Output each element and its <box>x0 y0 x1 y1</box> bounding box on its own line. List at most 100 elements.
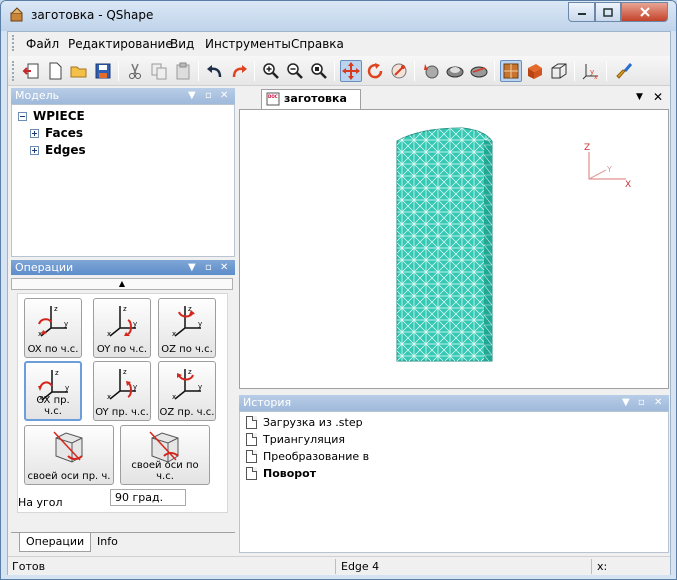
dropdown-icon[interactable]: ▼ <box>188 260 196 276</box>
dropdown-icon[interactable]: ▼ <box>622 395 630 411</box>
status-bar: Готов Edge 4 x: <box>8 556 670 575</box>
close-icon[interactable]: ✕ <box>654 395 662 411</box>
list-item[interactable]: Триангуляция <box>246 431 345 447</box>
rotate-oy-ccw-button[interactable]: zy x OY пр. ч.с. <box>93 361 151 421</box>
menu-file[interactable]: Файл <box>26 37 59 51</box>
undo-button[interactable] <box>204 60 226 82</box>
menu-help[interactable]: Справка <box>291 37 344 51</box>
close-tab-icon[interactable]: ✕ <box>653 90 663 104</box>
redo-button[interactable] <box>228 60 250 82</box>
status-divider <box>335 559 336 574</box>
svg-text:y: y <box>64 320 68 328</box>
tab-document[interactable]: DOC заготовка <box>261 89 361 109</box>
expand-icon[interactable] <box>30 128 39 138</box>
document-icon <box>246 432 257 446</box>
minimize-button[interactable] <box>568 2 595 22</box>
dropdown-icon[interactable]: ▼ <box>188 88 196 104</box>
svg-text:y: y <box>198 383 202 391</box>
ops-panel: ▲ zyx OX по ч.с. zyx OY по ч.с. zyx OZ п… <box>11 275 235 553</box>
rotate-oz-cw-button[interactable]: zyx OZ по ч.с. <box>158 298 216 358</box>
undo-icon <box>207 65 222 78</box>
shaded-view-button[interactable] <box>500 60 522 82</box>
shading-button[interactable] <box>420 60 442 82</box>
cut-button[interactable] <box>124 60 146 82</box>
float-icon[interactable]: ▫ <box>205 260 212 276</box>
scroll-up-button[interactable]: ▲ <box>11 278 233 290</box>
material-button[interactable] <box>444 60 466 82</box>
ops-panel-header: Операции ▼ ▫ ✕ <box>11 260 235 276</box>
tree-item-root[interactable]: WPIECE <box>18 108 85 124</box>
texture-button[interactable] <box>468 60 490 82</box>
exit-icon <box>22 63 39 79</box>
rotate-own-axis-ccw-button[interactable]: своей оси пр. ч. <box>24 425 114 485</box>
exit-button[interactable] <box>20 60 42 82</box>
menu-view[interactable]: Вид <box>170 37 194 51</box>
texture-icon <box>470 66 488 78</box>
tree-item-label: Faces <box>45 126 83 140</box>
float-icon[interactable]: ▫ <box>638 395 645 411</box>
3d-viewport[interactable]: Z Y X <box>239 109 669 389</box>
paste-icon <box>176 62 190 80</box>
angle-input[interactable]: 90 град. <box>110 489 186 506</box>
axis-indicator: Z Y X <box>584 143 631 190</box>
shaded-view-icon <box>503 63 519 79</box>
close-button[interactable] <box>621 2 668 22</box>
wireframe-view-button[interactable] <box>548 60 570 82</box>
rotate-label: OZ по ч.с. <box>161 344 213 355</box>
list-item[interactable]: Загрузка из .step <box>246 414 363 430</box>
close-icon[interactable]: ✕ <box>220 88 228 104</box>
axis-x-label: X <box>625 180 631 190</box>
orbit-button[interactable] <box>388 60 410 82</box>
rotate-oy-cw-button[interactable]: zy x OY по ч.с. <box>93 298 151 358</box>
svg-text:y: y <box>133 383 137 391</box>
svg-text:z: z <box>123 368 127 376</box>
float-icon[interactable]: ▫ <box>205 88 212 104</box>
svg-text:x: x <box>107 393 111 401</box>
pan-button[interactable] <box>340 60 362 82</box>
axis-button[interactable]: yx <box>580 60 602 82</box>
history-item-label: Поворот <box>263 466 317 480</box>
window-title: заготовка - QShape <box>31 8 154 22</box>
rotate-own-axis-cw-button[interactable]: своей оси по ч.с. <box>120 425 210 485</box>
menu-edit[interactable]: Редактирование <box>68 37 173 51</box>
toolbar-separator <box>574 61 575 81</box>
expand-icon[interactable] <box>30 145 39 155</box>
menu-tools[interactable]: Инструменты <box>205 37 291 51</box>
svg-text:x: x <box>172 330 176 338</box>
save-button[interactable] <box>92 60 114 82</box>
copy-button[interactable] <box>148 60 170 82</box>
wireframe-view-icon <box>551 63 567 79</box>
maximize-button[interactable] <box>595 2 621 22</box>
zoom-in-button[interactable] <box>260 60 282 82</box>
toolbar-grip[interactable] <box>12 61 15 81</box>
tab-list-icon[interactable]: ▼ <box>636 92 643 102</box>
svg-text:z: z <box>188 368 192 376</box>
tree-root-label: WPIECE <box>33 109 85 123</box>
list-item[interactable]: Преобразование в <box>246 448 369 464</box>
rotate-button[interactable] <box>364 60 386 82</box>
rotate-ox-ccw-button[interactable]: zyx OX пр. ч.с. <box>24 361 82 421</box>
menubar-grip[interactable] <box>12 35 15 51</box>
brush-button[interactable] <box>614 60 636 82</box>
tab-operations[interactable]: Операции <box>19 533 92 552</box>
svg-text:y: y <box>198 320 202 328</box>
rotate-label: OY пр. ч.с. <box>95 407 149 418</box>
zoom-fit-button[interactable] <box>308 60 330 82</box>
tree-item-faces[interactable]: Faces <box>30 125 83 141</box>
rotate-oz-ccw-button[interactable]: zy x OZ пр. ч.с. <box>158 361 216 421</box>
new-button[interactable] <box>44 60 66 82</box>
surface-view-button[interactable] <box>524 60 546 82</box>
list-item-current[interactable]: Поворот <box>246 465 316 481</box>
ops-panel-title: Операции <box>15 261 74 274</box>
collapse-icon[interactable] <box>18 111 27 121</box>
zoom-out-button[interactable] <box>284 60 306 82</box>
rotate-label: OZ пр. ч.с. <box>159 407 215 418</box>
paste-button[interactable] <box>172 60 194 82</box>
tab-info[interactable]: Info <box>91 533 124 552</box>
rotate-ox-cw-button[interactable]: zyx OX по ч.с. <box>24 298 82 358</box>
rotate-label: OY по ч.с. <box>96 344 148 355</box>
tree-item-edges[interactable]: Edges <box>30 142 86 158</box>
open-button[interactable] <box>68 60 90 82</box>
close-icon[interactable]: ✕ <box>220 260 228 276</box>
history-item-label: Триангуляция <box>263 432 345 446</box>
